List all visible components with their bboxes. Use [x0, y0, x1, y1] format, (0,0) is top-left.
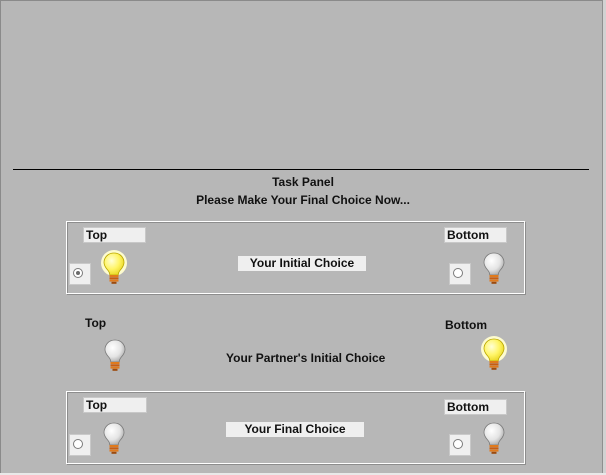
- unlit-bulb-icon: [100, 337, 130, 373]
- initial-bottom-radio-dot[interactable]: [453, 268, 463, 278]
- initial-top-radio-dot[interactable]: [73, 268, 83, 278]
- initial-bottom-label: Bottom: [444, 227, 507, 243]
- final-top-label: Top: [83, 397, 147, 413]
- task-instruction: Please Make Your Final Choice Now...: [196, 193, 410, 207]
- final-bottom-radio[interactable]: [449, 434, 471, 456]
- partner-choice-label: Your Partner's Initial Choice: [226, 351, 386, 365]
- final-bottom-radio-dot[interactable]: [453, 439, 463, 449]
- lit-bulb-icon: [99, 250, 129, 286]
- partner-top-label: Top: [85, 316, 107, 330]
- initial-bottom-radio[interactable]: [449, 263, 471, 285]
- task-panel-title: Task Panel: [272, 175, 334, 189]
- final-top-radio[interactable]: [69, 434, 91, 456]
- initial-top-radio[interactable]: [69, 263, 91, 285]
- final-bottom-label: Bottom: [444, 399, 507, 415]
- unlit-bulb-icon: [479, 250, 509, 286]
- partner-bottom-label: Bottom: [445, 318, 487, 332]
- lit-bulb-icon: [479, 336, 509, 372]
- panel-divider: [13, 169, 589, 170]
- final-choice-label: Your Final Choice: [226, 422, 364, 437]
- window-right-edge: [602, 0, 606, 475]
- initial-top-label: Top: [83, 227, 146, 243]
- initial-choice-label: Your Initial Choice: [238, 256, 366, 271]
- unlit-bulb-icon: [99, 420, 129, 456]
- final-top-radio-dot[interactable]: [73, 439, 83, 449]
- unlit-bulb-icon: [479, 420, 509, 456]
